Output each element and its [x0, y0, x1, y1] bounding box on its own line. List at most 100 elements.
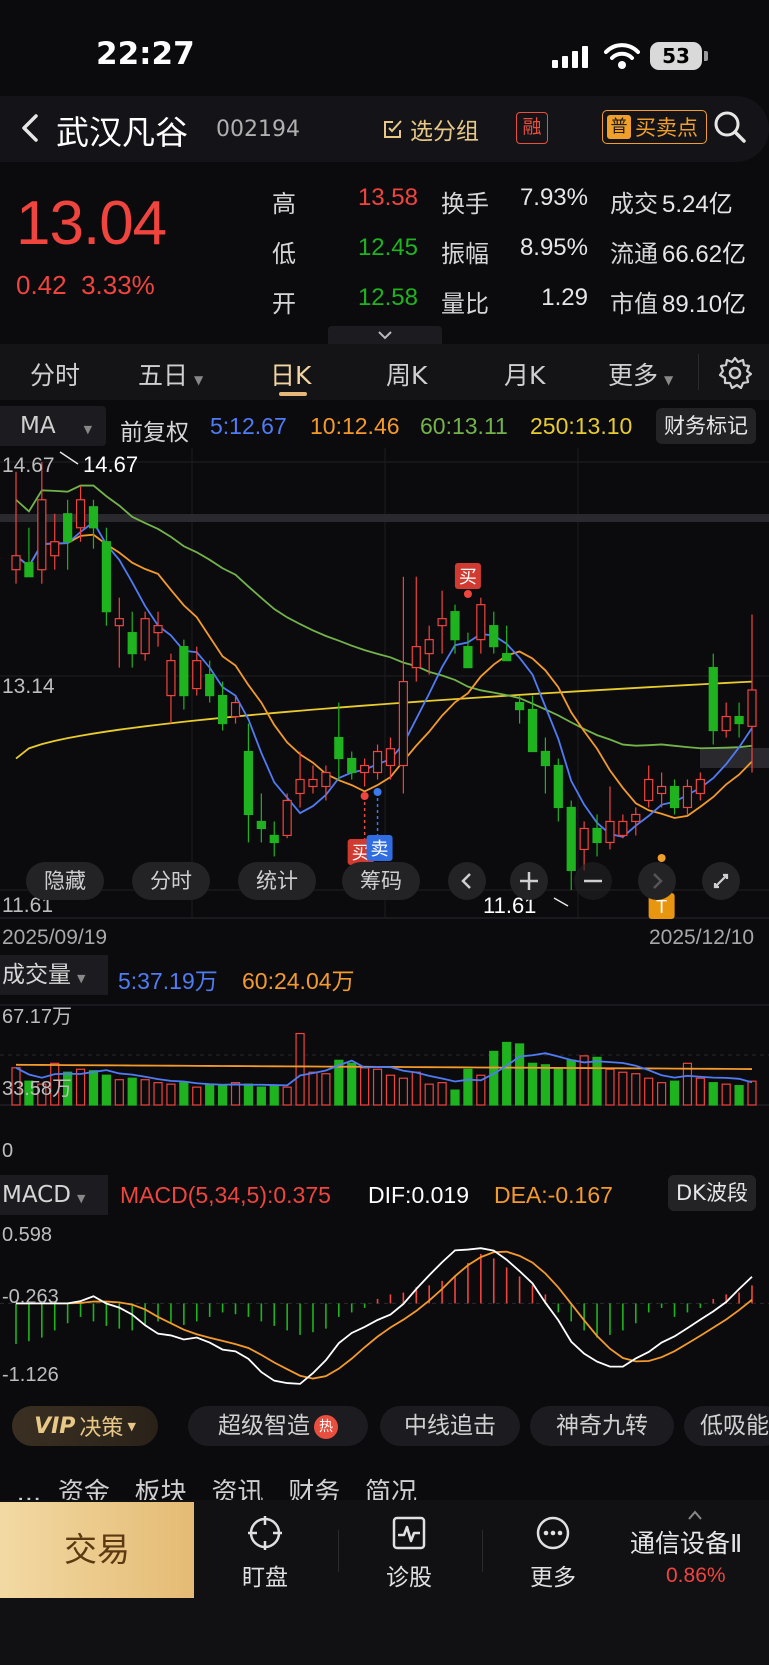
search-icon[interactable]: [712, 108, 748, 146]
candle-body: [424, 639, 434, 655]
fullscreen-button[interactable]: [702, 862, 740, 900]
volume-indicator-select[interactable]: 成交量 ▼: [0, 955, 108, 995]
sector-name[interactable]: 通信设备Ⅱ: [630, 1524, 742, 1560]
chevron-right-icon: [653, 873, 663, 889]
nav-watch[interactable]: 盯盘: [225, 1514, 305, 1592]
macd-header: MACD ▼ MACD(5,34,5):0.375 DIF:0.019 DEA:-…: [0, 1175, 769, 1215]
volume-bar: [308, 1071, 318, 1106]
candle-body: [192, 660, 202, 690]
vip-prefix: VIP: [34, 1413, 76, 1439]
volume-bar: [153, 1082, 163, 1106]
macd-chart[interactable]: 0.598 -0.263 -1.126: [0, 1215, 769, 1390]
turnover-value: 7.93%: [519, 184, 588, 211]
tab-weekly-k[interactable]: 周K: [386, 356, 427, 392]
stats-button[interactable]: 统计: [238, 862, 316, 900]
volume-bar: [527, 1062, 538, 1106]
candle-body: [695, 778, 705, 795]
nav-diagnose[interactable]: 诊股: [369, 1514, 449, 1592]
amplitude-value: 8.95%: [519, 234, 588, 261]
volume-bar: [566, 1059, 576, 1106]
caret-down-icon: ▼: [664, 373, 674, 387]
strategy-bar: VIP 决策 ▼ 超级智造热 中线追击 神奇九转 低吸能: [0, 1386, 769, 1466]
candle-body: [502, 653, 512, 662]
battery-indicator: 53: [650, 42, 702, 70]
volume-bar: [269, 1085, 279, 1106]
chips-button[interactable]: 筹码: [342, 862, 420, 900]
main-indicator-select[interactable]: MA ▼: [0, 406, 106, 446]
tab-daily-k[interactable]: 日K: [270, 356, 311, 392]
select-group-button[interactable]: 选分组: [382, 112, 479, 146]
minus-icon: [584, 879, 602, 883]
strategy-midline-chase[interactable]: 中线追击: [380, 1406, 520, 1446]
candle-body: [708, 667, 718, 732]
hide-button[interactable]: 隐藏: [26, 862, 104, 900]
candle-body: [347, 757, 357, 774]
candle-body: [618, 820, 628, 837]
tab-intraday[interactable]: 分时: [30, 356, 80, 392]
expand-icon: [713, 873, 729, 889]
chevron-left-icon: [461, 873, 471, 889]
tab-monthly-k[interactable]: 月K: [504, 356, 545, 392]
gear-icon[interactable]: [718, 356, 752, 390]
sell-signal-line-dot: [373, 788, 382, 796]
tab-more[interactable]: 更多 ▼: [608, 356, 673, 392]
strategy-magic-nine[interactable]: 神奇九转: [530, 1406, 674, 1446]
adjust-mode[interactable]: 前复权: [120, 413, 189, 447]
cellular-signal-icon: [552, 46, 588, 68]
buy-sell-points-label: 买卖点: [635, 116, 698, 140]
zoom-in-button[interactable]: [510, 862, 548, 900]
back-arrow-icon[interactable]: [12, 108, 48, 148]
candle-body: [398, 680, 408, 767]
volume-bar: [463, 1068, 473, 1106]
t-signal-badge: T: [656, 897, 667, 917]
candle-body: [205, 674, 215, 697]
finance-mark-button[interactable]: 财务标记: [656, 408, 756, 444]
candle-body: [114, 618, 124, 627]
candle-body: [127, 632, 137, 655]
volume-bar: [502, 1041, 512, 1106]
macd-y-top: 0.598: [2, 1224, 52, 1246]
volume-bar: [450, 1089, 460, 1106]
dk-band-button[interactable]: DK波段: [668, 1175, 756, 1211]
high-value: 13.58: [357, 184, 418, 211]
pan-right-button[interactable]: [638, 862, 676, 900]
trade-button[interactable]: 交易: [0, 1502, 194, 1598]
strategy-low-buy[interactable]: 低吸能: [684, 1406, 769, 1446]
kline-y-mid: 13.14: [2, 675, 55, 698]
margin-trading-badge[interactable]: 融: [516, 112, 548, 144]
expand-quote-button[interactable]: [328, 326, 442, 344]
price-change: 0.42 3.33%: [16, 270, 155, 301]
macd-grid: [0, 1302, 769, 1304]
zoom-out-button[interactable]: [574, 862, 612, 900]
active-tab-indicator: [279, 392, 307, 396]
nav-divider: [338, 1530, 339, 1572]
main-indicator-label: MA: [20, 413, 56, 439]
buy-sell-points-button[interactable]: 普 买卖点: [602, 110, 707, 144]
nav-more-label: 更多: [530, 1565, 576, 1591]
volume-bar: [192, 1086, 202, 1106]
sector-change: 0.86%: [666, 1564, 726, 1587]
volume-bar: [618, 1071, 628, 1106]
candle-body: [527, 708, 538, 753]
candle-body: [385, 748, 396, 767]
pan-left-button[interactable]: [448, 862, 486, 900]
float-cap-label: 流通: [610, 240, 658, 268]
nav-diagnose-label: 诊股: [386, 1565, 432, 1591]
intraday-button[interactable]: 分时: [132, 862, 210, 900]
vip-decision-button[interactable]: VIP 决策 ▼: [12, 1406, 158, 1446]
volume-ratio-value: 1.29: [541, 284, 588, 311]
volume-bar: [127, 1077, 137, 1106]
vol-y-bottom: 0: [2, 1140, 13, 1162]
stock-header: 武汉凡谷 002194 选分组 融 普 买卖点: [0, 96, 769, 162]
volume-bar: [605, 1068, 615, 1106]
wifi-icon: [604, 43, 640, 69]
macd-indicator-select[interactable]: MACD ▼: [0, 1175, 108, 1215]
candle-body: [476, 604, 486, 641]
kline-band: [0, 514, 769, 522]
candle-body: [140, 618, 150, 655]
volume-chart[interactable]: 67.17万 33.58万 0: [0, 995, 769, 1175]
tab-five-day[interactable]: 五日 ▼: [138, 356, 203, 392]
nav-more[interactable]: 更多: [513, 1514, 593, 1592]
select-group-label: 选分组: [410, 119, 479, 145]
strategy-super-manufacture[interactable]: 超级智造热: [188, 1406, 368, 1446]
